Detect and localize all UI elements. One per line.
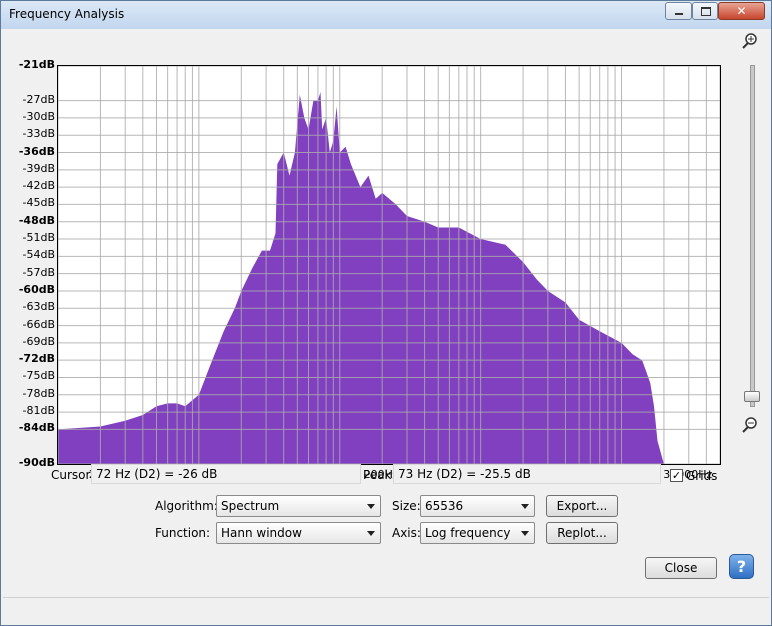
algorithm-label: Algorithm:	[155, 499, 218, 513]
grids-label: Grids	[686, 469, 718, 483]
window-title: Frequency Analysis	[9, 7, 125, 21]
zoom-slider-track[interactable]	[750, 65, 755, 407]
axis-label: Axis:	[392, 526, 421, 540]
y-tick-label: -72dB	[18, 352, 55, 366]
algorithm-value: Spectrum	[221, 499, 280, 513]
y-tick-label: -27dB	[22, 92, 56, 106]
spectrum-plot[interactable]	[57, 65, 721, 465]
y-tick-label: -90dB	[18, 456, 55, 469]
chevron-down-icon	[367, 531, 375, 536]
help-button[interactable]: ?	[729, 554, 754, 579]
y-tick-label: -36dB	[18, 144, 55, 158]
close-button[interactable]: Close	[645, 557, 717, 579]
function-value: Hann window	[221, 526, 302, 540]
chevron-down-icon	[367, 504, 375, 509]
y-tick-label: -81dB	[22, 404, 56, 418]
zoom-out-icon[interactable]	[742, 417, 758, 433]
y-tick-label: -84dB	[18, 421, 55, 435]
y-tick-label: -63dB	[22, 300, 56, 314]
help-icon: ?	[736, 557, 747, 576]
chevron-down-icon	[521, 531, 529, 536]
y-tick-label: -39dB	[22, 161, 56, 175]
chevron-down-icon	[521, 504, 529, 509]
y-tick-label: -69dB	[22, 334, 56, 348]
spectrum-svg	[58, 66, 720, 464]
y-tick-label: -60dB	[18, 282, 55, 296]
axis-select[interactable]: Log frequency	[420, 522, 535, 544]
peak-label: Peak:	[363, 468, 396, 482]
maximize-button[interactable]	[692, 2, 718, 20]
y-tick-label: -21dB	[18, 58, 55, 71]
grids-checkbox[interactable]: ✓	[670, 469, 683, 482]
y-tick-label: -45dB	[22, 196, 56, 210]
size-value: 65536	[425, 499, 464, 513]
cursor-readout: 72 Hz (D2) = -26 dB	[91, 464, 361, 484]
y-tick-label: -54dB	[22, 248, 56, 262]
y-axis-labels: -21dB -27dB -30dB -33dB -36dB -39dB -42dB -45dB…	[7, 31, 55, 471]
y-tick-label: -33dB	[22, 127, 56, 141]
size-label: Size:	[392, 499, 421, 513]
size-select[interactable]: 65536	[420, 495, 535, 517]
peak-readout: 73 Hz (D2) = -25.5 dB	[393, 464, 661, 484]
title-bar: Frequency Analysis ✕	[1, 1, 771, 29]
y-tick-label: -66dB	[22, 317, 56, 331]
export-button[interactable]: Export...	[546, 495, 618, 517]
y-tick-label: -30dB	[22, 109, 56, 123]
status-bar	[3, 597, 769, 624]
function-select[interactable]: Hann window	[216, 522, 381, 544]
close-window-button[interactable]: ✕	[718, 2, 765, 20]
check-icon: ✓	[671, 469, 682, 482]
cursor-label: Cursor:	[51, 468, 95, 482]
frequency-analysis-window: Frequency Analysis ✕ -21dB -27dB -30dB -33d…	[0, 0, 772, 626]
y-tick-label: -48dB	[18, 213, 55, 227]
y-tick-label: -57dB	[22, 265, 56, 279]
function-label: Function:	[155, 526, 211, 540]
y-tick-label: -42dB	[22, 179, 56, 193]
zoom-slider[interactable]	[742, 33, 760, 433]
y-tick-label: -75dB	[22, 369, 56, 383]
replot-button[interactable]: Replot...	[546, 522, 618, 544]
y-tick-label: -51dB	[22, 231, 56, 245]
axis-value: Log frequency	[425, 526, 511, 540]
close-icon: ✕	[736, 4, 747, 18]
zoom-slider-thumb[interactable]	[744, 391, 760, 402]
spectrum-plot-area: -21dB -27dB -30dB -33dB -36dB -39dB -42dB -45dB…	[7, 31, 721, 481]
algorithm-select[interactable]: Spectrum	[216, 495, 381, 517]
y-tick-label: -78dB	[22, 386, 56, 400]
spectrum-area	[58, 92, 720, 464]
minimize-button[interactable]	[665, 2, 692, 20]
zoom-in-icon[interactable]	[742, 33, 758, 49]
